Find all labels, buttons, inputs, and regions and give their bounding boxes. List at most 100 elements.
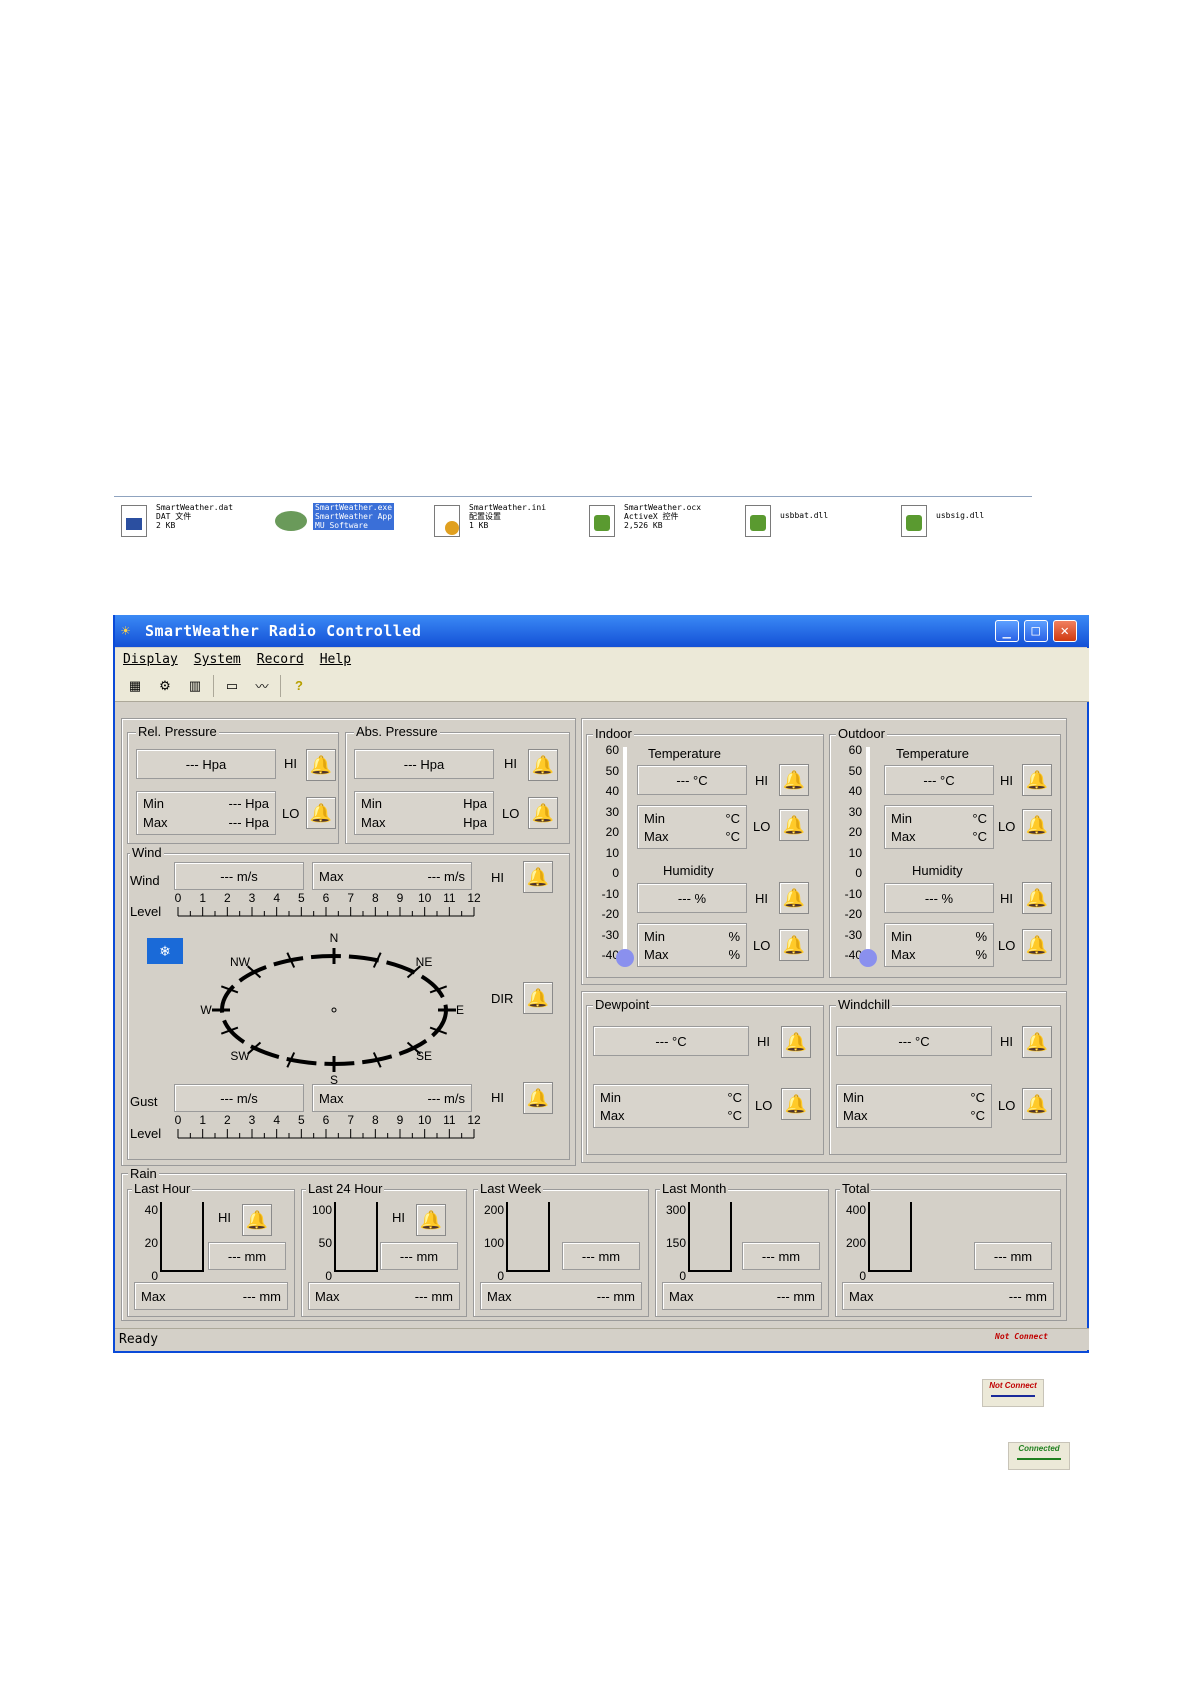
alarm-bell-icon[interactable]: 🔔 [523,1082,553,1114]
file-item-dat[interactable]: SmartWeather.dat DAT 文件 2 KB [116,503,233,539]
max-label: Max [143,815,168,830]
alarm-bell-icon[interactable]: 🔔 [779,764,809,796]
rain-max-box: Max --- mm [662,1282,822,1310]
compass-w: W [200,1003,212,1017]
outdoor-temp-value: --- °C [884,765,994,795]
scale-tick-label: 7 [347,1113,354,1127]
display-icon[interactable]: ▦ [123,675,147,697]
temperature-label: Temperature [648,746,721,761]
windchill-title: Windchill [836,997,893,1013]
alarm-bell-icon[interactable]: 🔔 [1022,882,1052,914]
alarm-bell-icon[interactable]: 🔔 [781,1088,811,1120]
min-label: Min [891,811,912,826]
scale-tick-label: 10 [418,1113,432,1127]
file-item-ocx[interactable]: SmartWeather.ocx ActiveX 控件 2,526 KB [584,503,701,539]
scale-value: 60 [848,743,862,757]
alarm-bell-icon[interactable]: 🔔 [1022,1026,1052,1058]
status-connect-icon: Not Connect [995,1332,1048,1341]
outdoor-group: Outdoor 60 50 40 30 20 10 0 -10 -20 -30 -40 Temper… [829,726,1061,978]
windchill-minmax: Min °C Max °C [836,1084,992,1128]
rain-axis-line [868,1202,870,1272]
indoor-humidity-minmax: Min% Max% [637,923,747,967]
line-graph-icon[interactable]: 〰 [250,675,274,697]
abs-min-value: Hpa [463,796,487,811]
maximize-button[interactable]: □ [1024,620,1048,642]
alarm-bell-icon[interactable]: 🔔 [1022,1088,1052,1120]
rel-max-value: --- Hpa [228,815,269,830]
minimize-button[interactable]: _ [995,620,1019,642]
title-bar[interactable]: ☀ SmartWeather Radio Controlled _ □ ✕ [115,615,1089,647]
file-item-usbsig[interactable]: usbsig.dll [896,503,984,539]
alarm-bell-icon[interactable]: 🔔 [1022,809,1052,841]
hi-label: HI [1000,1034,1013,1049]
dewpoint-value: --- °C [593,1026,749,1056]
max-label: Max [487,1289,512,1304]
gust-label: Gust [130,1094,158,1109]
rain-max-box: Max --- mm [842,1282,1054,1310]
abs-pressure-minmax: Min Hpa Max Hpa [354,791,494,835]
alarm-bell-icon[interactable]: 🔔 [528,797,558,829]
hi-label: HI [284,756,297,771]
max-label: Max [141,1289,166,1304]
lo-label: LO [998,1098,1016,1113]
menu-help[interactable]: Help [320,652,351,667]
menu-record[interactable]: Record [257,652,304,667]
scale-value: 40 [605,784,619,798]
alarm-bell-icon[interactable]: 🔔 [523,982,553,1014]
rain-axis-line [688,1202,690,1272]
rain-bar-frame [548,1202,550,1272]
outdoor-temp-min: °C [972,811,987,826]
alarm-bell-icon[interactable]: 🔔 [1022,764,1052,796]
compass-n: N [330,931,339,945]
alarm-bell-icon[interactable]: 🔔 [306,749,336,781]
menu-system[interactable]: System [194,652,241,667]
wind-level-scale: 0 1 2 3 4 5 6 7 8 9 10 11 12 [175,891,481,917]
config-file-icon [429,503,463,539]
rain-max-value: --- mm [414,1289,453,1304]
indoor-group: Indoor 60 50 40 30 20 10 0 -10 -20 -30 -40 Tempera… [586,726,824,978]
alarm-bell-icon[interactable]: 🔔 [242,1204,272,1236]
rel-min-value: --- Hpa [228,796,269,811]
file-item-ini[interactable]: SmartWeather.ini 配置设置 1 KB [429,503,546,539]
alarm-bell-icon[interactable]: 🔔 [528,749,558,781]
scale-value: 50 [605,763,619,778]
alarm-bell-icon[interactable]: 🔔 [779,929,809,961]
alarm-bell-icon[interactable]: 🔔 [779,882,809,914]
dewpoint-group: Dewpoint --- °C HI 🔔 Min °C Max °C LO 🔔 [586,997,824,1155]
scale-tick-label: 4 [273,891,280,905]
file-item-exe[interactable]: SmartWeather.exe SmartWeather App MU Softw… [273,503,395,539]
max-label: Max [843,1108,868,1123]
indoor-thermometer [623,747,627,955]
indoor-temp-value: --- °C [637,765,747,795]
file-type: SmartWeather App [315,512,393,521]
settings-icon[interactable]: ⚙ [153,675,177,697]
rain-axis: 100 50 0 [308,1194,332,1293]
rel-pressure-group: Rel. Pressure --- Hpa HI 🔔 Min --- Hpa Ma… [127,724,339,844]
bar-chart-icon[interactable]: ▥ [183,675,207,697]
weather-snow-icon: ❄ [147,938,183,964]
alarm-bell-icon[interactable]: 🔔 [781,1026,811,1058]
file-item-usbbat[interactable]: usbbat.dll [740,503,828,539]
max-label: Max [361,815,386,830]
menu-display[interactable]: Display [123,652,178,667]
alarm-bell-icon[interactable]: 🔔 [779,809,809,841]
alarm-bell-icon[interactable]: 🔔 [523,861,553,893]
temperature-label: Temperature [896,746,969,761]
close-button[interactable]: ✕ [1053,620,1077,642]
scale-value: -10 [601,886,619,901]
file-name: SmartWeather.dat [156,503,234,512]
hi-label: HI [504,756,517,771]
activex-file-icon [584,503,618,539]
rain-axis-label: 100 [311,1203,332,1217]
outdoor-hum-min: % [975,929,987,944]
record-window-icon[interactable]: ▭ [220,675,244,697]
alarm-bell-icon[interactable]: 🔔 [306,797,336,829]
scale-tick-label: 11 [443,1113,456,1127]
max-label: Max [644,947,669,962]
help-icon[interactable]: ? [287,675,311,697]
alarm-bell-icon[interactable]: 🔔 [416,1204,446,1236]
alarm-bell-icon[interactable]: 🔔 [1022,929,1052,961]
scale-tick-label: 1 [199,891,206,905]
scale-tick-label: 8 [372,891,379,905]
scale-tick-label: 0 [175,891,182,905]
